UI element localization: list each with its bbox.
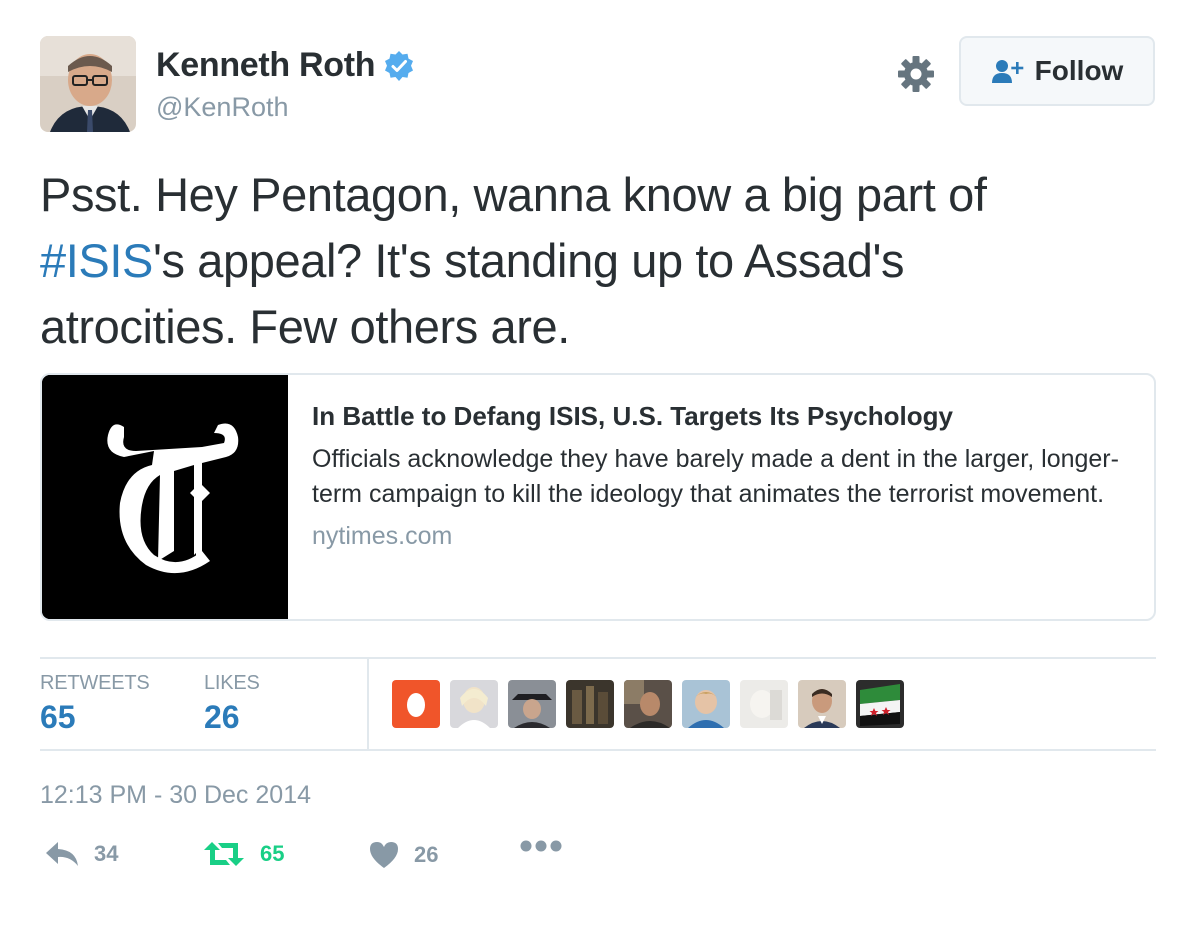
follow-button[interactable]: Follow: [959, 36, 1155, 106]
follow-label: Follow: [1034, 55, 1124, 86]
card-domain: nytimes.com: [312, 522, 453, 550]
retweet-icon: [204, 842, 244, 866]
retweets-stat[interactable]: RETWEETS 65: [40, 672, 150, 736]
more-button[interactable]: [520, 840, 562, 852]
tweet-timestamp[interactable]: 12:13 PM - 30 Dec 2014: [40, 781, 311, 810]
tweet-text-line3: atrocities. Few others are.: [40, 300, 570, 353]
liker-avatar[interactable]: [682, 680, 730, 728]
liker-avatar[interactable]: [450, 680, 498, 728]
author-handle[interactable]: @KenRoth: [156, 92, 288, 123]
card-body: In Battle to Defang ISIS, U.S. Targets I…: [288, 375, 1154, 619]
retweets-label: RETWEETS: [40, 672, 150, 694]
liker-avatar[interactable]: [798, 680, 846, 728]
reply-icon: [46, 842, 78, 866]
reply-button[interactable]: 34: [44, 840, 118, 868]
card-thumbnail: [42, 375, 288, 619]
gear-icon[interactable]: [896, 54, 936, 94]
tweet-text: Psst. Hey Pentagon, wanna know a big par…: [40, 162, 1150, 360]
author-avatar[interactable]: [40, 36, 136, 132]
hashtag-link[interactable]: #ISIS: [40, 234, 153, 287]
nytimes-logo-icon: [42, 375, 288, 619]
liker-avatar[interactable]: [740, 680, 788, 728]
divider: [367, 659, 369, 749]
likes-label: LIKES: [204, 672, 260, 694]
like-button[interactable]: 26: [368, 840, 438, 870]
divider: [40, 657, 1156, 659]
author-display-name[interactable]: Kenneth Roth: [156, 46, 376, 85]
likes-value: 26: [204, 699, 240, 735]
reply-count: 34: [94, 841, 119, 866]
retweet-button[interactable]: 65: [202, 840, 284, 868]
likes-stat[interactable]: LIKES 26: [204, 672, 260, 736]
like-count: 26: [414, 842, 439, 867]
tweet-text-line1: Psst. Hey Pentagon, wanna know a big par…: [40, 168, 987, 221]
liker-avatar[interactable]: [566, 680, 614, 728]
liker-avatars: [392, 680, 904, 728]
liker-avatar[interactable]: [508, 680, 556, 728]
heart-icon: [370, 842, 398, 868]
liker-avatar[interactable]: [392, 680, 440, 728]
liker-avatar[interactable]: [624, 680, 672, 728]
avatar-image: [40, 36, 136, 132]
follow-user-icon: [991, 60, 1023, 83]
retweet-count: 65: [260, 841, 285, 866]
retweets-value: 65: [40, 699, 76, 735]
author-name-row: Kenneth Roth: [156, 46, 415, 85]
card-description: Officials acknowledge they have barely m…: [312, 445, 1119, 508]
divider: [40, 749, 1156, 751]
tweet-text-line2: 's appeal? It's standing up to Assad's: [152, 234, 905, 287]
card-title: In Battle to Defang ISIS, U.S. Targets I…: [312, 401, 953, 431]
more-icon: [520, 840, 562, 852]
liker-avatar[interactable]: [856, 680, 904, 728]
link-card[interactable]: In Battle to Defang ISIS, U.S. Targets I…: [40, 373, 1156, 621]
verified-badge-icon: [385, 50, 414, 81]
